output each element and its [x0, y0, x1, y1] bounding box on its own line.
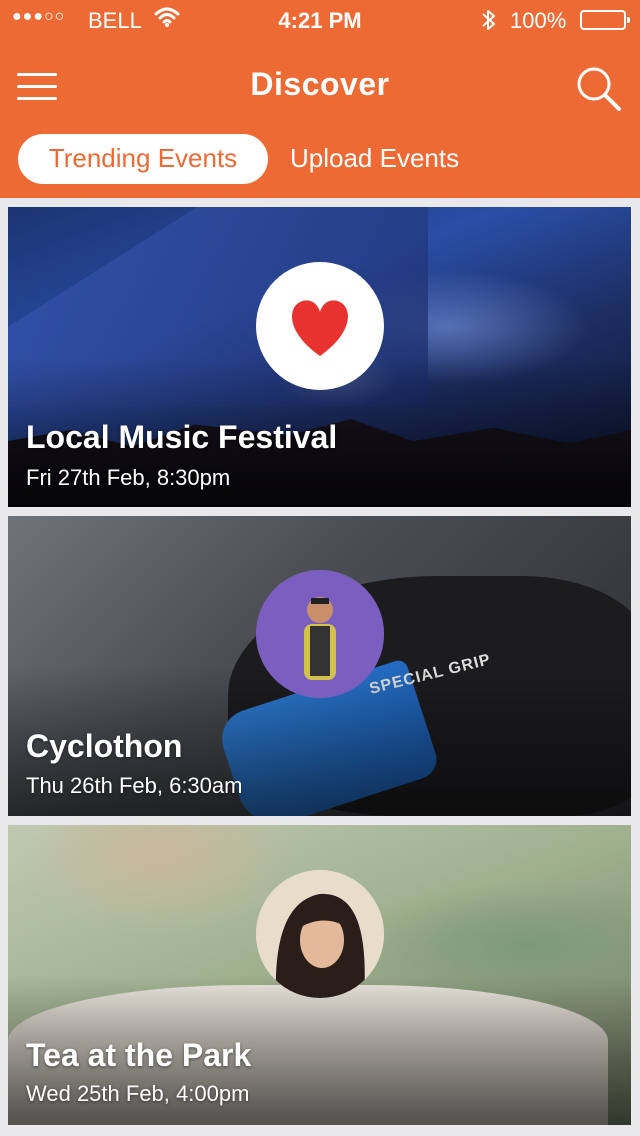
status-bar: ●●●○○ BELL 4:21 PM 100%	[0, 0, 640, 40]
page-title: Discover	[250, 66, 390, 102]
avatar-person-icon	[256, 870, 384, 998]
event-card-tea-at-the-park[interactable]: Tea at the Park Wed 25th Feb, 4:00pm	[8, 825, 631, 1125]
bluetooth-icon	[480, 8, 498, 38]
header: ●●●○○ BELL 4:21 PM 100% Discover Trendin…	[0, 0, 640, 198]
avatar-person-icon	[256, 570, 384, 698]
event-title: Local Music Festival	[26, 419, 338, 455]
battery-icon	[580, 10, 630, 30]
favorite-button[interactable]	[256, 262, 384, 390]
heart-icon	[292, 300, 348, 356]
event-card-cyclothon[interactable]: SPECIAL GRIP Cyclothon Thu 26th Feb, 6:3…	[8, 516, 631, 816]
event-date: Fri 27th Feb, 8:30pm	[26, 465, 231, 490]
event-title: Tea at the Park	[26, 1037, 252, 1073]
tab-trending-events[interactable]: Trending Events	[18, 134, 268, 184]
event-title: Cyclothon	[26, 728, 183, 764]
organizer-avatar[interactable]	[256, 570, 384, 698]
organizer-avatar[interactable]	[256, 870, 384, 998]
event-date: Thu 26th Feb, 6:30am	[26, 773, 243, 798]
battery-percentage: 100%	[510, 8, 567, 33]
tab-upload-events[interactable]: Upload Events	[290, 134, 510, 184]
event-date: Wed 25th Feb, 4:00pm	[26, 1081, 250, 1106]
search-icon[interactable]	[574, 64, 624, 114]
event-card-local-music-festival[interactable]: Local Music Festival Fri 27th Feb, 8:30p…	[8, 207, 631, 507]
